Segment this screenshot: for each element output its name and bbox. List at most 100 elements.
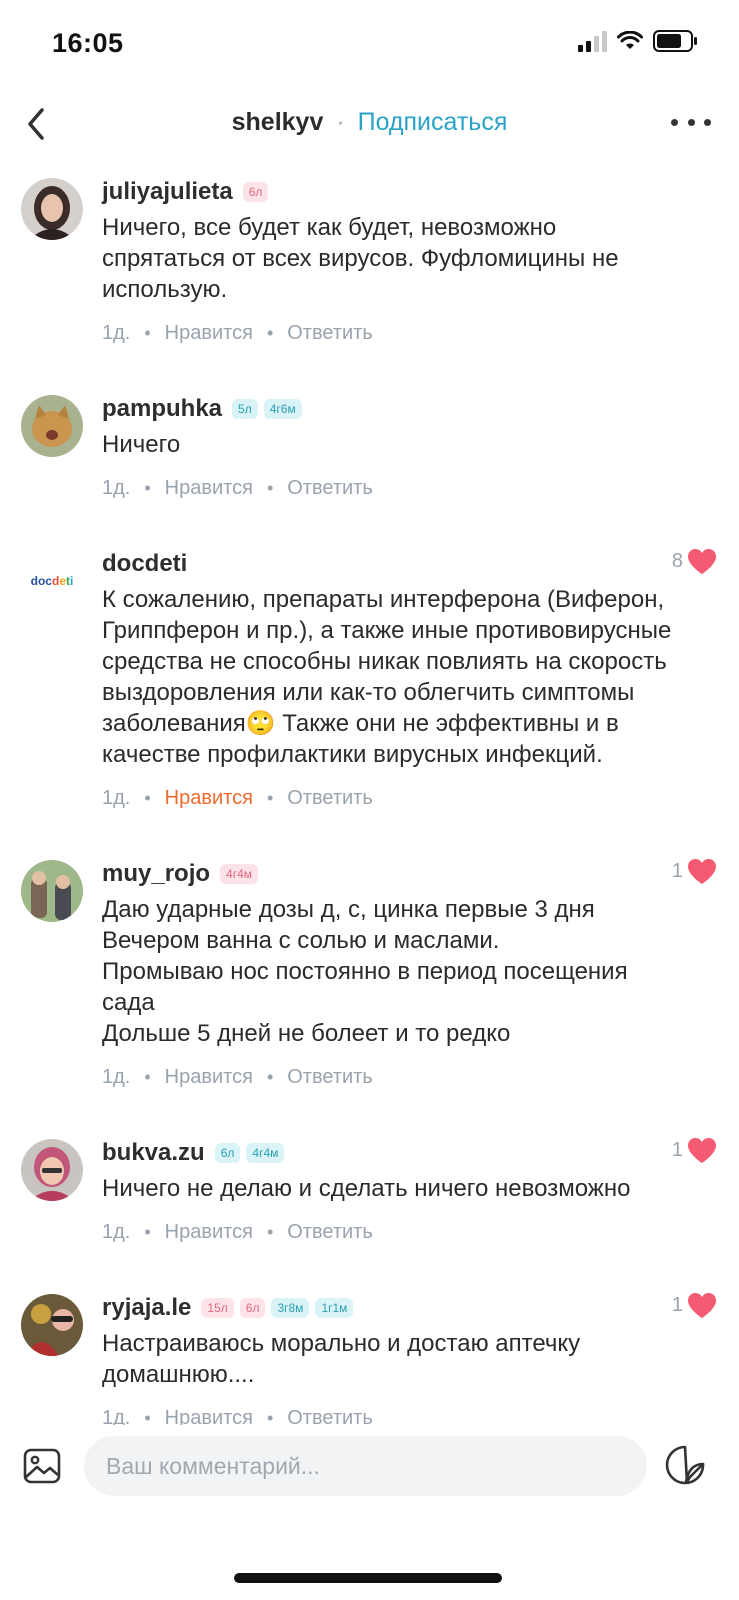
- comment-item: docdeti 8 docdeti К сожалению, препараты…: [0, 542, 739, 812]
- reply-button[interactable]: Ответить: [287, 1221, 373, 1244]
- comment-time: 1д.: [102, 321, 131, 344]
- nav-separator: ·: [336, 108, 345, 136]
- comment-text: Даю ударные дозы д, с, цинка первые 3 дн…: [102, 896, 628, 1047]
- like-count[interactable]: 1: [672, 858, 717, 885]
- comment-username[interactable]: muy_rojo: [102, 860, 210, 888]
- comment-item: pampuhka 5л 4г6м Ничего 1д. • Нравится •…: [0, 387, 739, 502]
- heart-icon: [688, 859, 716, 884]
- comment-item: 1 ryjaja.le 15л 6л 3г8м 1г1м Настраиваюс…: [0, 1286, 739, 1425]
- avatar[interactable]: [21, 1139, 83, 1201]
- like-count-value: 1: [671, 1294, 683, 1316]
- avatar[interactable]: [21, 178, 83, 240]
- user-badge: 5л: [232, 399, 258, 419]
- comment-text: Ничего: [102, 431, 181, 458]
- battery-icon: [653, 30, 697, 52]
- comment-text: Настраиваюсь морально и достаю аптечку д…: [102, 1330, 581, 1388]
- comment-time: 1д.: [102, 1220, 131, 1243]
- comment-username[interactable]: pampuhka: [102, 395, 222, 423]
- heart-icon: [688, 549, 716, 574]
- meta-separator: •: [266, 477, 274, 498]
- status-bar: 16:05: [0, 0, 739, 90]
- comment-time: 1д.: [102, 786, 131, 809]
- more-options-icon[interactable]: [671, 110, 711, 134]
- comment-time: 1д.: [102, 1406, 131, 1426]
- like-button[interactable]: Нравится: [165, 322, 253, 345]
- user-badge: 3г8м: [271, 1298, 310, 1318]
- comment-composer: [0, 1428, 739, 1518]
- avatar[interactable]: [21, 395, 83, 457]
- heart-icon: [688, 1138, 716, 1163]
- like-button[interactable]: Нравится: [165, 1407, 253, 1426]
- user-badge: 6л: [242, 182, 269, 202]
- comment-username[interactable]: ryjaja.le: [102, 1294, 191, 1322]
- avatar[interactable]: [21, 860, 83, 922]
- meta-separator: •: [144, 1407, 151, 1426]
- user-badge: 4г6м: [263, 399, 302, 419]
- comment-username[interactable]: bukva.zu: [102, 1139, 205, 1167]
- meta-separator: •: [144, 322, 151, 343]
- image-icon[interactable]: [22, 1446, 62, 1486]
- meta-separator: •: [266, 322, 274, 343]
- like-button[interactable]: Нравится: [165, 787, 253, 810]
- user-badge: 1г1м: [315, 1298, 354, 1318]
- comment-username[interactable]: docdeti: [102, 550, 187, 578]
- like-button[interactable]: Нравится: [165, 477, 253, 500]
- comment-text: Ничего, все будет как будет, невозможно …: [102, 214, 619, 303]
- like-count-value: 1: [671, 1139, 683, 1161]
- comment-item: 1 bukva.zu 6л 4г4м Ничего не делаю и сде…: [0, 1131, 739, 1246]
- comment-meta: 1д. • Нравится • Ответить: [102, 319, 679, 347]
- like-count[interactable]: 1: [672, 1137, 717, 1164]
- comment-text: Ничего не делаю и сделать ничего невозмо…: [102, 1175, 631, 1202]
- status-time: 16:05: [52, 28, 124, 58]
- reply-button[interactable]: Ответить: [287, 322, 373, 345]
- user-badge: 6л: [239, 1298, 266, 1318]
- meta-separator: •: [266, 787, 274, 808]
- comment-time: 1д.: [102, 1065, 131, 1088]
- nav-title: shelkyv · Подписаться: [0, 108, 739, 137]
- meta-separator: •: [144, 477, 151, 498]
- sticker-icon[interactable]: [664, 1444, 706, 1486]
- meta-separator: •: [266, 1407, 274, 1426]
- comment-username[interactable]: juliyajulieta: [102, 178, 233, 206]
- like-count-value: 1: [671, 860, 683, 882]
- svg-text:docdeti: docdeti: [31, 574, 74, 588]
- user-badge: 4г4м: [246, 1143, 285, 1163]
- reply-button[interactable]: Ответить: [287, 477, 373, 500]
- reply-button[interactable]: Ответить: [287, 1066, 373, 1089]
- like-count[interactable]: 8: [672, 548, 717, 575]
- like-count[interactable]: 1: [672, 1292, 717, 1319]
- heart-icon: [688, 1293, 716, 1318]
- comment-meta: 1д. • Нравится • Ответить: [102, 474, 679, 502]
- meta-separator: •: [144, 1066, 151, 1087]
- comment-meta: 1д. • Нравится • Ответить: [102, 1063, 679, 1091]
- user-badge: 6л: [214, 1143, 241, 1163]
- meta-separator: •: [144, 787, 151, 808]
- post-author-username[interactable]: shelkyv: [232, 108, 324, 136]
- comment-input[interactable]: [84, 1436, 647, 1496]
- like-button[interactable]: Нравится: [165, 1221, 253, 1244]
- meta-separator: •: [144, 1221, 151, 1242]
- top-nav: shelkyv · Подписаться: [0, 96, 739, 152]
- like-count-value: 8: [671, 550, 683, 572]
- comment-item: 1 muy_rojo 4г4м Даю ударные дозы д, с, ц…: [0, 852, 739, 1091]
- home-indicator: [234, 1573, 502, 1583]
- signal-icon: [578, 30, 607, 52]
- status-icons: [578, 30, 699, 52]
- user-badge: 15л: [201, 1298, 234, 1318]
- comment-text: К сожалению, препараты интерферона (Вифе…: [102, 586, 672, 768]
- reply-button[interactable]: Ответить: [287, 1407, 373, 1426]
- follow-button[interactable]: Подписаться: [358, 108, 508, 136]
- like-button[interactable]: Нравится: [165, 1066, 253, 1089]
- reply-button[interactable]: Ответить: [287, 787, 373, 810]
- wifi-icon: [617, 31, 643, 49]
- comment-meta: 1д. • Нравится • Ответить: [102, 784, 679, 812]
- avatar[interactable]: [21, 1294, 83, 1356]
- avatar[interactable]: docdeti: [21, 550, 83, 612]
- meta-separator: •: [266, 1221, 274, 1242]
- comment-time: 1д.: [102, 476, 131, 499]
- comment-item: juliyajulieta 6л Ничего, все будет как б…: [0, 170, 739, 347]
- user-badge: 4г4м: [220, 864, 259, 884]
- meta-separator: •: [266, 1066, 274, 1087]
- comments-list: juliyajulieta 6л Ничего, все будет как б…: [0, 170, 739, 1425]
- comment-meta: 1д. • Нравится • Ответить: [102, 1404, 679, 1426]
